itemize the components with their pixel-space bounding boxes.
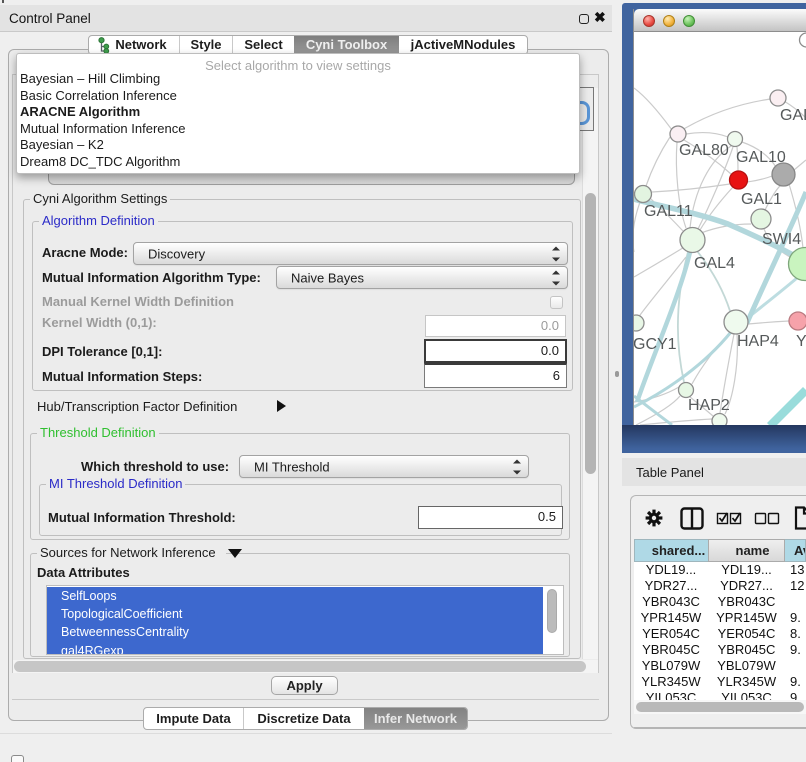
- svg-text:SWI4: SWI4: [762, 231, 801, 248]
- svg-text:GAL80: GAL80: [679, 142, 729, 159]
- svg-text:GAL10: GAL10: [736, 149, 786, 166]
- svg-text:GAL7: GAL7: [780, 107, 806, 124]
- svg-text:Y: Y: [796, 333, 806, 350]
- svg-text:GCY1: GCY1: [634, 336, 677, 353]
- svg-text:GAL4: GAL4: [694, 255, 735, 272]
- svg-text:GAL1: GAL1: [741, 191, 782, 208]
- svg-text:HAP4: HAP4: [737, 333, 779, 350]
- svg-text:HAP2: HAP2: [688, 397, 730, 414]
- svg-text:GAL11: GAL11: [644, 203, 693, 220]
